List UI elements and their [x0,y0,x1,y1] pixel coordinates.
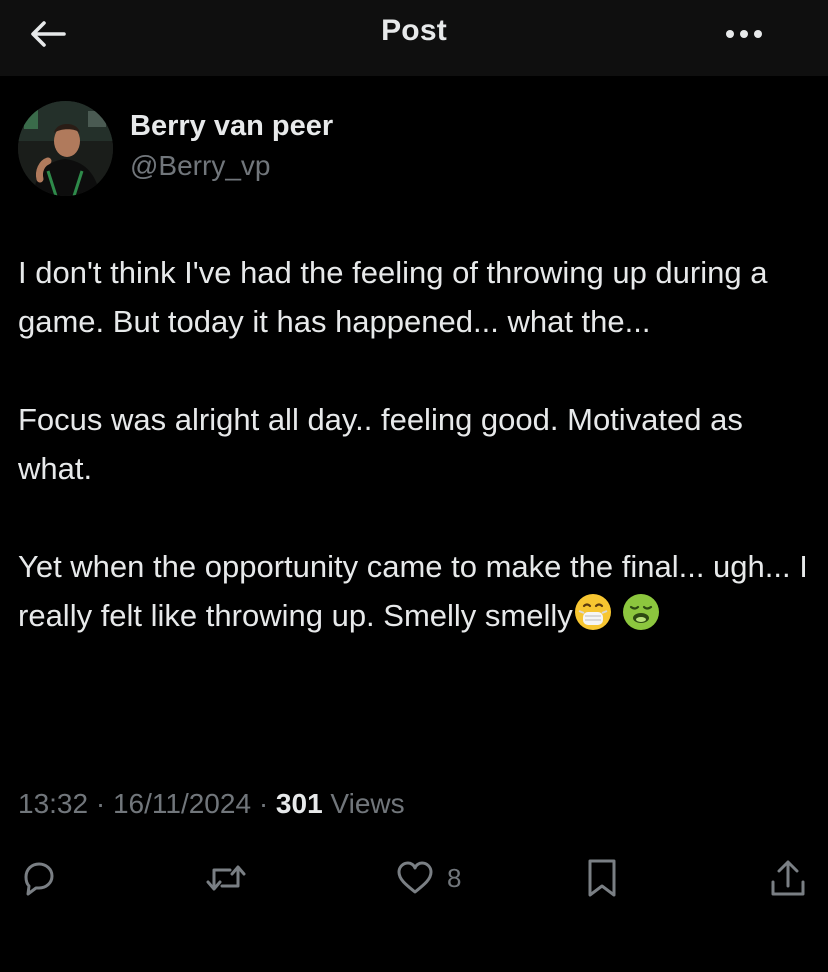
heart-icon [397,861,433,894]
post-paragraph: Focus was alright all day.. feeling good… [18,402,743,486]
separator: · [95,788,106,819]
post-paragraph-text: Yet when the opportunity came to make th… [18,549,808,633]
like-button[interactable]: 8 [395,856,461,900]
separator: · [258,788,269,819]
author-handle[interactable]: @Berry_vp [130,150,270,182]
post-metadata: 13:32 · 16/11/2024 · 301 Views [18,788,405,820]
nauseated-face-icon [621,592,661,646]
page-title: Post [381,14,447,47]
bookmark-icon [588,859,616,897]
share-icon [771,860,805,896]
post-time: 13:32 [18,788,89,819]
bookmark-button[interactable] [582,856,622,900]
repost-button[interactable] [202,856,250,900]
author-display-name[interactable]: Berry van peer [130,110,333,143]
reply-icon [24,862,54,896]
top-bar: Post [0,0,828,76]
post-text: I don't think I've had the feeling of th… [18,248,818,646]
avatar-photo [18,101,113,196]
views-count[interactable]: 301 [276,788,323,819]
more-horizontal-icon [726,30,762,38]
face-with-medical-mask-icon [573,592,613,646]
post-paragraph: Yet when the opportunity came to make th… [18,542,818,646]
more-options-button[interactable] [718,14,770,54]
repost-icon [206,865,246,891]
avatar[interactable] [18,101,113,196]
views-label: Views [330,788,405,819]
share-button[interactable] [768,856,808,900]
post-paragraph: I don't think I've had the feeling of th… [18,255,768,339]
reply-button[interactable] [18,856,58,900]
post-date: 16/11/2024 [112,788,252,819]
like-count: 8 [447,862,462,893]
